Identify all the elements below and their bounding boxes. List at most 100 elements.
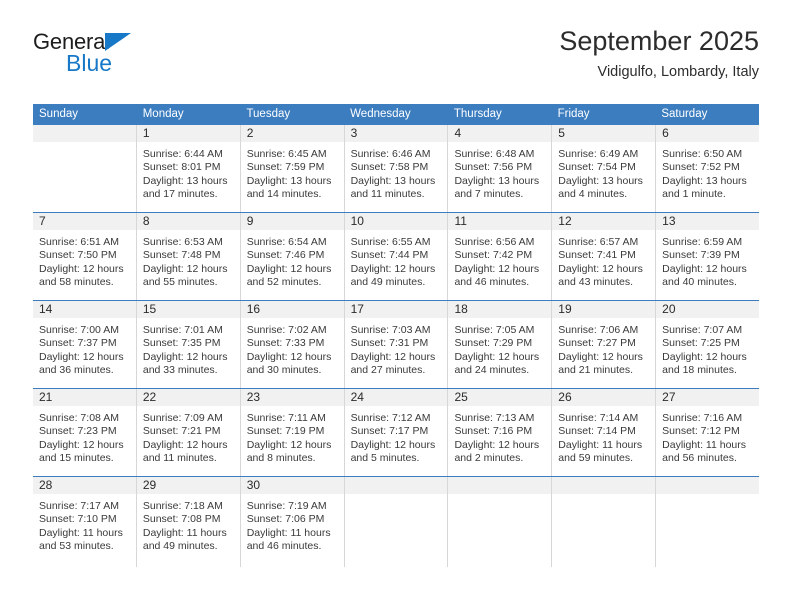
day-number: 15	[136, 301, 240, 318]
day-info: Sunrise: 7:16 AM Sunset: 7:12 PM Dayligh…	[656, 406, 759, 466]
sunset-text: Sunset: 7:42 PM	[454, 249, 533, 262]
sunset-text: Sunset: 7:35 PM	[142, 337, 221, 350]
daylight-text-line1: Daylight: 11 hours	[246, 526, 331, 539]
day-cell[interactable]: 8 Sunrise: 6:53 AM Sunset: 7:48 PM Dayli…	[136, 213, 241, 300]
day-cell[interactable]: 14 Sunrise: 7:00 AM Sunset: 7:37 PM Dayl…	[33, 301, 137, 388]
day-cell[interactable]: 19 Sunrise: 7:06 AM Sunset: 7:27 PM Dayl…	[552, 301, 657, 388]
day-cell[interactable]: 25 Sunrise: 7:13 AM Sunset: 7:16 PM Dayl…	[448, 389, 553, 476]
daylight-text-line1: Daylight: 12 hours	[39, 350, 124, 363]
day-number: 14	[33, 301, 136, 318]
day-number	[448, 477, 552, 494]
day-cell[interactable]: 23 Sunrise: 7:11 AM Sunset: 7:19 PM Dayl…	[240, 389, 345, 476]
day-cell[interactable]: 13 Sunrise: 6:59 AM Sunset: 7:39 PM Dayl…	[656, 213, 760, 300]
day-cell[interactable]: 28 Sunrise: 7:17 AM Sunset: 7:10 PM Dayl…	[33, 477, 137, 567]
day-number: 1	[136, 125, 240, 142]
day-cell[interactable]: 18 Sunrise: 7:05 AM Sunset: 7:29 PM Dayl…	[448, 301, 553, 388]
day-number: 26	[552, 389, 656, 406]
day-cell[interactable]: 29 Sunrise: 7:18 AM Sunset: 7:08 PM Dayl…	[136, 477, 241, 567]
day-cell[interactable]: 7 Sunrise: 6:51 AM Sunset: 7:50 PM Dayli…	[33, 213, 137, 300]
daylight-text-line2: and 21 minutes.	[558, 364, 634, 377]
day-cell[interactable]: 27 Sunrise: 7:16 AM Sunset: 7:12 PM Dayl…	[656, 389, 760, 476]
day-number: 4	[448, 125, 552, 142]
sunrise-text: Sunrise: 7:19 AM	[246, 500, 327, 512]
day-cell[interactable]: 21 Sunrise: 7:08 AM Sunset: 7:23 PM Dayl…	[33, 389, 137, 476]
day-cell[interactable]: 15 Sunrise: 7:01 AM Sunset: 7:35 PM Dayl…	[136, 301, 241, 388]
day-cell[interactable]: 9 Sunrise: 6:54 AM Sunset: 7:46 PM Dayli…	[240, 213, 345, 300]
day-number: 2	[240, 125, 344, 142]
daylight-text-line1: Daylight: 13 hours	[558, 174, 643, 187]
day-info: Sunrise: 6:59 AM Sunset: 7:39 PM Dayligh…	[656, 230, 759, 290]
day-cell[interactable]: 20 Sunrise: 7:07 AM Sunset: 7:25 PM Dayl…	[656, 301, 760, 388]
daylight-text-line2: and 15 minutes.	[39, 452, 114, 465]
daylight-text-line2: and 27 minutes.	[350, 364, 426, 377]
day-cell[interactable]: 30 Sunrise: 7:19 AM Sunset: 7:06 PM Dayl…	[240, 477, 345, 567]
day-cell[interactable]: 11 Sunrise: 6:56 AM Sunset: 7:42 PM Dayl…	[448, 213, 553, 300]
day-cell[interactable]: 22 Sunrise: 7:09 AM Sunset: 7:21 PM Dayl…	[136, 389, 241, 476]
daylight-text-line1: Daylight: 13 hours	[246, 174, 332, 187]
daylight-text-line1: Daylight: 11 hours	[662, 438, 747, 451]
daylight-text-line2: and 11 minutes.	[142, 452, 217, 465]
daylight-text-line2: and 43 minutes.	[558, 276, 634, 289]
week-row: 21 Sunrise: 7:08 AM Sunset: 7:23 PM Dayl…	[33, 388, 760, 476]
day-cell[interactable]: 16 Sunrise: 7:02 AM Sunset: 7:33 PM Dayl…	[240, 301, 345, 388]
day-number: 25	[448, 389, 552, 406]
daylight-text-line2: and 49 minutes.	[350, 276, 426, 289]
day-cell[interactable]: 6 Sunrise: 6:50 AM Sunset: 7:52 PM Dayli…	[656, 125, 760, 212]
daylight-text-line1: Daylight: 12 hours	[454, 350, 540, 363]
day-number: 17	[344, 301, 448, 318]
sunrise-text: Sunrise: 7:08 AM	[39, 412, 119, 424]
day-cell[interactable]: 17 Sunrise: 7:03 AM Sunset: 7:31 PM Dayl…	[344, 301, 449, 388]
day-cell[interactable]: 24 Sunrise: 7:12 AM Sunset: 7:17 PM Dayl…	[344, 389, 449, 476]
sunrise-text: Sunrise: 6:57 AM	[558, 236, 639, 248]
sunset-text: Sunset: 7:37 PM	[39, 337, 117, 350]
day-cell[interactable]: 12 Sunrise: 6:57 AM Sunset: 7:41 PM Dayl…	[552, 213, 657, 300]
sunset-text: Sunset: 7:39 PM	[662, 249, 740, 262]
daylight-text-line1: Daylight: 12 hours	[246, 262, 332, 275]
logo-triangle-icon	[105, 33, 131, 51]
sunrise-text: Sunrise: 7:16 AM	[662, 412, 743, 424]
day-cell[interactable]	[33, 125, 137, 212]
daylight-text-line1: Daylight: 13 hours	[454, 174, 540, 187]
daylight-text-line2: and 14 minutes.	[246, 188, 322, 201]
weekday-header-wednesday: Wednesday	[350, 108, 411, 120]
day-cell[interactable]: 4 Sunrise: 6:48 AM Sunset: 7:56 PM Dayli…	[448, 125, 553, 212]
day-number: 23	[240, 389, 344, 406]
day-number: 22	[136, 389, 240, 406]
day-number: 3	[344, 125, 448, 142]
daylight-text-line2: and 5 minutes.	[350, 452, 420, 465]
day-info: Sunrise: 6:44 AM Sunset: 8:01 PM Dayligh…	[137, 142, 240, 202]
day-number: 8	[136, 213, 240, 230]
calendar-page: General Blue September 2025 Vidigulfo, L…	[0, 0, 792, 612]
sunset-text: Sunset: 7:33 PM	[246, 337, 325, 350]
day-cell[interactable]: 1 Sunrise: 6:44 AM Sunset: 8:01 PM Dayli…	[136, 125, 241, 212]
day-info: Sunrise: 7:19 AM Sunset: 7:06 PM Dayligh…	[241, 494, 344, 554]
day-cell[interactable]	[552, 477, 657, 567]
daylight-text-line1: Daylight: 11 hours	[558, 438, 643, 451]
day-cell[interactable]: 5 Sunrise: 6:49 AM Sunset: 7:54 PM Dayli…	[552, 125, 657, 212]
sunrise-text: Sunrise: 7:05 AM	[454, 324, 535, 336]
sunset-text: Sunset: 7:23 PM	[39, 425, 117, 438]
daylight-text-line2: and 17 minutes.	[142, 188, 218, 201]
day-cell[interactable]: 2 Sunrise: 6:45 AM Sunset: 7:59 PM Dayli…	[240, 125, 345, 212]
sunrise-text: Sunrise: 6:59 AM	[662, 236, 743, 248]
day-number: 18	[448, 301, 552, 318]
daylight-text-line1: Daylight: 12 hours	[662, 350, 747, 363]
day-cell[interactable]: 3 Sunrise: 6:46 AM Sunset: 7:58 PM Dayli…	[344, 125, 449, 212]
sunset-text: Sunset: 7:10 PM	[39, 513, 117, 526]
sunset-text: Sunset: 7:31 PM	[350, 337, 429, 350]
daylight-text-line2: and 2 minutes.	[454, 452, 524, 465]
daylight-text-line1: Daylight: 12 hours	[558, 350, 643, 363]
day-info: Sunrise: 7:07 AM Sunset: 7:25 PM Dayligh…	[656, 318, 759, 378]
daylight-text-line1: Daylight: 12 hours	[142, 350, 228, 363]
sunrise-text: Sunrise: 7:14 AM	[558, 412, 639, 424]
day-cell[interactable]	[448, 477, 553, 567]
day-cell[interactable]	[344, 477, 449, 567]
generalblue-logo: General Blue	[33, 30, 293, 82]
day-cell[interactable]: 26 Sunrise: 7:14 AM Sunset: 7:14 PM Dayl…	[552, 389, 657, 476]
sunset-text: Sunset: 7:48 PM	[142, 249, 221, 262]
sunrise-text: Sunrise: 7:01 AM	[142, 324, 223, 336]
week-row: 7 Sunrise: 6:51 AM Sunset: 7:50 PM Dayli…	[33, 212, 760, 300]
day-cell[interactable]	[656, 477, 760, 567]
day-cell[interactable]: 10 Sunrise: 6:55 AM Sunset: 7:44 PM Dayl…	[344, 213, 449, 300]
weekday-header-tuesday: Tuesday	[246, 108, 291, 120]
